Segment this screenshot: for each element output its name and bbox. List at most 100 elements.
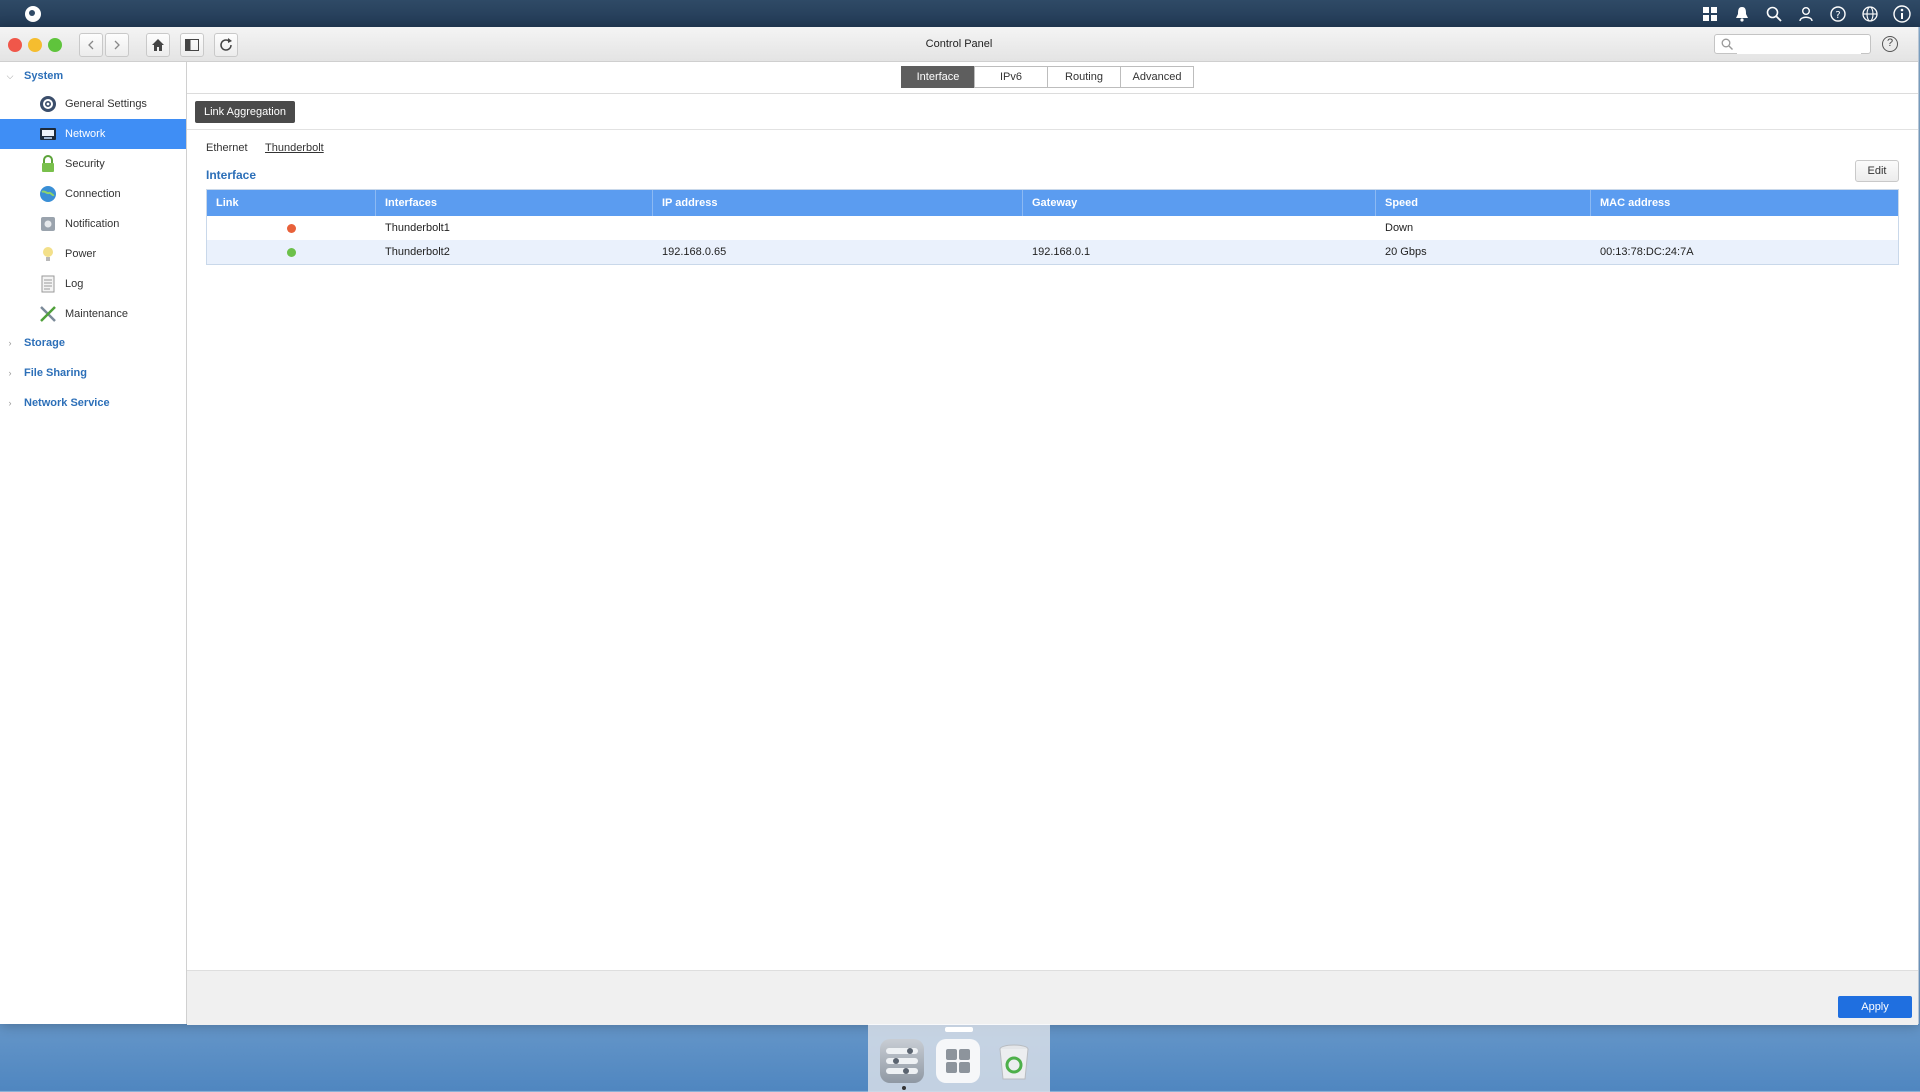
toggle-sidebar-button[interactable] [180,33,204,57]
language-globe-icon[interactable] [1860,4,1880,24]
column-header-ip-address[interactable]: IP address [653,190,1023,216]
section-title: Interface [206,168,257,182]
link-status-dot-icon [287,223,296,233]
sidebar-item-general-settings[interactable]: General Settings [0,89,186,119]
sidebar-section-label: Storage [24,337,65,349]
desktop-top-bar: ? [0,0,1920,27]
sidebar-item-label: Connection [65,188,121,200]
tab-advanced[interactable]: Advanced [1120,66,1194,88]
sidebar-item-connection[interactable]: Connection [0,179,186,209]
bell-icon[interactable] [1732,4,1752,24]
home-button[interactable] [146,33,170,57]
link-status-dot-icon [287,247,296,257]
refresh-button[interactable] [214,33,238,57]
sidebar-item-label: Log [65,278,84,290]
speed-cell: 20 Gbps [1385,246,1427,258]
svg-text:?: ? [1835,10,1840,21]
divider [187,129,1918,130]
interface-table: Link Interfaces IP address Gateway Speed… [206,189,1899,265]
subtab-ethernet[interactable]: Ethernet [206,142,248,154]
ip-cell [653,216,1023,240]
sidebar-section-file-sharing[interactable]: › File Sharing [0,359,186,387]
sidebar-item-label: Notification [65,218,120,230]
divider [187,93,1918,94]
sidebar-item-label: Network [65,128,106,140]
dock-handle[interactable] [945,1027,973,1032]
sidebar-item-label: Maintenance [65,308,128,320]
chevron-right-icon [114,40,120,50]
search-input[interactable] [1737,36,1861,54]
sidebar-item-security[interactable]: Security [0,149,186,179]
back-button[interactable] [79,33,103,57]
edit-button[interactable]: Edit [1855,160,1899,182]
sidebar-item-notification[interactable]: Notification [0,209,186,239]
column-header-mac-address[interactable]: MAC address [1591,190,1898,216]
footer-bar: Apply [187,970,1918,1025]
sidebar-item-maintenance[interactable]: Maintenance [0,299,186,329]
table-row[interactable]: Thunderbolt2 192.168.0.65 192.168.0.1 20… [207,240,1898,264]
active-indicator [902,1086,906,1090]
gateway-cell [1023,216,1376,240]
wrench-icon [39,305,57,323]
search-icon [1721,38,1733,50]
mac-cell [1591,216,1898,240]
help-icon[interactable]: ? [1882,36,1898,52]
control-panel-dock-icon[interactable] [880,1039,924,1083]
maximize-window-button[interactable] [48,38,62,52]
tab-bar: Interface IPv6 Routing Advanced [901,66,1194,88]
main-content: Interface IPv6 Routing Advanced Link Agg… [187,62,1918,1025]
subtab-thunderbolt[interactable]: Thunderbolt [265,142,324,154]
link-cell [207,216,376,240]
minimize-window-button[interactable] [28,38,42,52]
home-icon [152,39,164,51]
link-cell [207,240,376,264]
search-icon[interactable] [1764,4,1784,24]
tab-ipv6[interactable]: IPv6 [974,66,1048,88]
help-icon[interactable]: ? [1828,4,1848,24]
sidebar-section-storage[interactable]: › Storage [0,329,186,357]
close-window-button[interactable] [8,38,22,52]
tab-interface[interactable]: Interface [901,66,975,88]
search-field[interactable] [1714,34,1871,54]
tab-routing[interactable]: Routing [1047,66,1121,88]
ip-cell: 192.168.0.65 [662,246,727,258]
sidebar-section-label: File Sharing [24,367,87,379]
globe-icon [39,185,57,203]
column-header-gateway[interactable]: Gateway [1023,190,1376,216]
gateway-cell: 192.168.0.1 [1032,246,1091,258]
sidebar-item-network[interactable]: Network [0,119,186,149]
control-panel-window: Control Panel ? ⌵ System General Setting… [0,27,1919,1025]
interface-cell: Thunderbolt1 [385,222,450,234]
sidebar-item-log[interactable]: Log [0,269,186,299]
chevron-right-icon: › [8,398,12,408]
sidebar-section-network-service[interactable]: › Network Service [0,389,186,417]
window-titlebar: Control Panel ? [0,27,1918,62]
refresh-icon [220,38,232,51]
column-header-link[interactable]: Link [207,190,376,216]
column-header-speed[interactable]: Speed [1376,190,1591,216]
table-row[interactable]: Thunderbolt1 Down [207,216,1898,240]
dock [868,1024,1050,1092]
app-center-dock-icon[interactable] [936,1039,980,1083]
forward-button[interactable] [105,33,129,57]
sidebar-item-label: Security [65,158,105,170]
info-dashboard-icon[interactable] [1892,4,1912,24]
link-aggregation-button[interactable]: Link Aggregation [195,101,295,123]
sidebar: ⌵ System General Settings Network Securi… [0,62,187,1024]
sidebar-toggle-icon [185,39,199,51]
qnap-logo-icon[interactable] [25,5,41,22]
sidebar-item-power[interactable]: Power [0,239,186,269]
sidebar-item-label: General Settings [65,98,147,110]
user-icon[interactable] [1796,4,1816,24]
recycle-bin-dock-icon[interactable] [992,1039,1036,1083]
log-icon [39,275,57,293]
lightbulb-icon [39,245,57,263]
apply-button[interactable]: Apply [1838,996,1912,1018]
table-header-row: Link Interfaces IP address Gateway Speed… [207,190,1898,216]
apps-grid-icon[interactable] [1700,4,1720,24]
column-header-interfaces[interactable]: Interfaces [376,190,653,216]
interface-cell: Thunderbolt2 [385,246,450,258]
notification-icon [39,215,57,233]
gear-icon [39,95,57,113]
sidebar-section-system[interactable]: ⌵ System [0,62,186,90]
